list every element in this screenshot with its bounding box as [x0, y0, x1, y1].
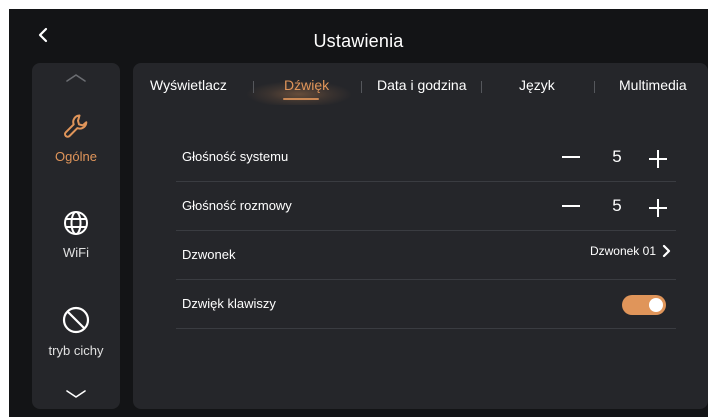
system-volume-decrease-button[interactable]	[556, 145, 586, 171]
no-entry-icon	[62, 306, 90, 334]
category-sidebar: Ogólne WiFi tryb cichy	[32, 63, 120, 409]
settings-panel: Wyświetlacz Dźwięk Data i godzina Język …	[133, 63, 708, 409]
sidebar-scroll-up[interactable]	[32, 73, 120, 83]
call-volume-stepper: 5	[556, 182, 676, 230]
ringtone-label: Dzwonek	[182, 247, 236, 262]
key-sound-row: Dzwięk klawiszy	[176, 280, 676, 329]
sidebar-scroll-down[interactable]	[32, 389, 120, 399]
system-volume-stepper: 5	[556, 133, 676, 181]
wrench-icon	[64, 114, 88, 138]
globe-icon	[64, 211, 88, 235]
ringtone-value: Dzwonek 01	[589, 244, 656, 258]
call-volume-value: 5	[612, 196, 622, 215]
page-title: Ustawienia	[313, 31, 404, 51]
system-volume-increase-button[interactable]	[646, 145, 670, 171]
ringtone-row[interactable]: Dzwonek Dzwonek 01	[176, 231, 676, 280]
tab-divider	[253, 81, 254, 93]
call-volume-decrease-button[interactable]	[556, 194, 586, 220]
tab-display[interactable]: Wyświetlacz	[150, 77, 227, 93]
toggle-knob	[649, 298, 663, 312]
minus-icon	[562, 156, 580, 158]
ringtone-selector[interactable]: Dzwonek 01	[590, 244, 672, 258]
sidebar-item-wifi[interactable]: WiFi	[32, 209, 120, 260]
tab-multimedia[interactable]: Multimedia	[619, 77, 687, 93]
tab-divider	[361, 81, 362, 93]
tab-divider	[481, 81, 482, 93]
settings-screen: Ustawienia Ogólne WiFi tryb cichy Wyświe…	[9, 9, 708, 417]
tab-divider	[594, 81, 595, 93]
sidebar-item-label: tryb cichy	[48, 343, 104, 358]
tab-sound[interactable]: Dźwięk	[284, 77, 329, 93]
minus-icon	[562, 205, 580, 207]
system-volume-label: Głośność systemu	[182, 149, 289, 164]
sidebar-item-general[interactable]: Ogólne	[32, 111, 120, 164]
call-volume-increase-button[interactable]	[646, 194, 670, 220]
chevron-right-icon	[662, 244, 671, 258]
sidebar-item-label: Ogólne	[55, 149, 97, 164]
sidebar-item-label: WiFi	[63, 245, 89, 260]
sidebar-item-silent-mode[interactable]: tryb cichy	[32, 305, 120, 358]
call-volume-label: Głośność rozmowy	[182, 198, 292, 213]
chevron-down-icon	[66, 390, 86, 398]
tab-language[interactable]: Język	[519, 77, 555, 93]
tab-date-time[interactable]: Data i godzina	[377, 77, 467, 93]
chevron-up-icon	[66, 74, 86, 82]
system-volume-row: Głośność systemu 5	[176, 133, 676, 182]
call-volume-row: Głośność rozmowy 5	[176, 182, 676, 231]
key-sound-label: Dzwięk klawiszy	[182, 296, 276, 311]
key-sound-toggle[interactable]	[622, 295, 666, 315]
system-volume-value: 5	[612, 147, 622, 166]
tab-bar: Wyświetlacz Dźwięk Data i godzina Język …	[133, 77, 708, 107]
